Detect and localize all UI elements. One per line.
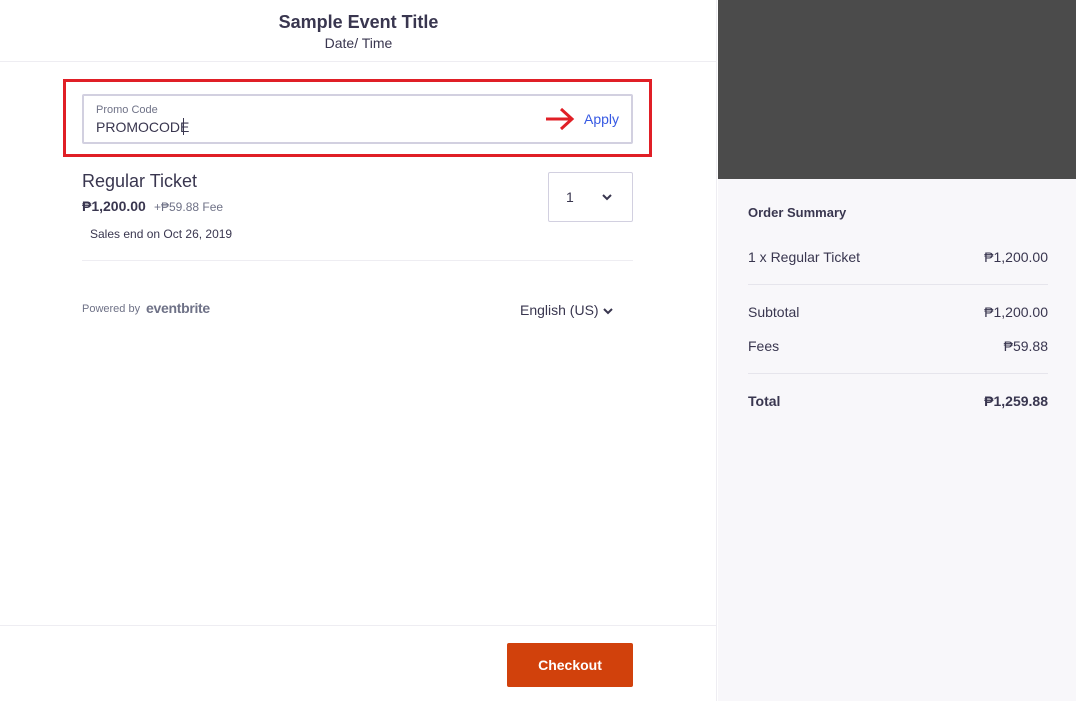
line-item-label: 1 x Regular Ticket [748,249,861,265]
total-label: Total [748,393,781,409]
eventbrite-logo[interactable]: eventbrite [146,300,210,316]
fees-label: Fees [748,338,780,354]
order-summary-panel: Order Summary 1 x Regular Ticket ₱1,200.… [718,0,1076,701]
chevron-down-icon [602,194,612,201]
promo-code-input[interactable] [96,118,396,136]
ticket-price: ₱1,200.00 [82,198,146,214]
promo-code-label: Promo Code [96,104,158,116]
sales-end-text: Sales end on Oct 26, 2019 [90,227,233,241]
order-summary-title: Order Summary [748,205,847,220]
divider [748,284,1048,285]
ticket-name: Regular Ticket [82,171,198,191]
line-item-value: ₱1,200.00 [984,249,1048,265]
event-title: Sample Event Title [278,12,439,32]
chevron-down-icon [603,308,613,315]
checkout-modal: Sample Event Title Date/ Time Promo Code… [0,0,1076,701]
subtotal-label: Subtotal [748,304,800,320]
ticket-fee: +₱59.88 Fee [154,200,224,214]
ticket-selection-panel: Sample Event Title Date/ Time Promo Code… [0,0,717,701]
powered-by-label: Powered by [82,303,141,315]
event-image [718,0,1076,179]
divider [82,260,633,261]
divider [748,373,1048,374]
checkout-button[interactable]: Checkout [507,643,633,687]
apply-promo-button[interactable]: Apply [584,111,619,127]
event-datetime: Date/ Time [324,35,393,51]
ticket-quantity-value: 1 [566,189,574,205]
event-header: Sample Event Title Date/ Time [0,0,717,62]
language-select[interactable]: English (US) [520,302,599,318]
subtotal-value: ₱1,200.00 [984,304,1048,320]
total-value: ₱1,259.88 [984,393,1048,409]
fees-value: ₱59.88 [1003,338,1048,354]
checkout-footer: Checkout [0,625,717,701]
promo-code-field[interactable]: Promo Code Apply [82,94,633,144]
ticket-quantity-select[interactable]: 1 [548,172,633,222]
arrow-right-icon [546,107,575,131]
text-cursor [183,118,184,135]
